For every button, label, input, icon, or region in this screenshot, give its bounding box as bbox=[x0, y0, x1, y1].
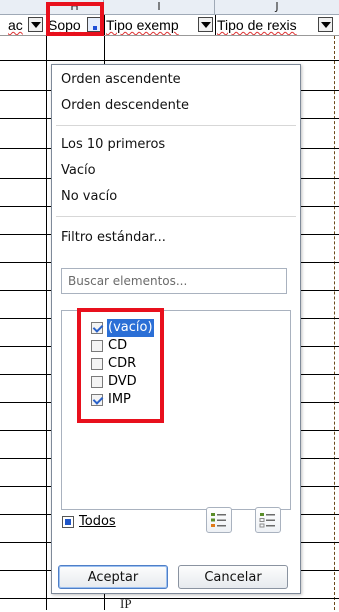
separator bbox=[56, 125, 296, 126]
separator bbox=[56, 216, 296, 217]
select-all-icon bbox=[211, 513, 226, 527]
top10-item[interactable]: Los 10 primeros bbox=[61, 134, 165, 156]
grid-line bbox=[0, 598, 339, 599]
select-current-icon bbox=[259, 513, 275, 528]
autofilter-dropdown-g[interactable] bbox=[28, 17, 43, 32]
field-label-i: Tipo exemp bbox=[106, 17, 179, 33]
cancel-button[interactable]: Cancelar bbox=[178, 565, 288, 589]
highlight-box-dropdown bbox=[46, 2, 104, 36]
field-cell-i[interactable]: Tipo exemp bbox=[104, 15, 216, 35]
grid-line bbox=[0, 60, 339, 61]
column-header-i[interactable]: I bbox=[104, 0, 215, 14]
grid-line bbox=[46, 36, 47, 610]
select-all-label[interactable]: Todos bbox=[79, 511, 116, 533]
select-all-icon-button[interactable] bbox=[206, 507, 232, 533]
sort-ascending-item[interactable]: Orden ascendente bbox=[61, 69, 181, 91]
standard-filter-item[interactable]: Filtro estándar... bbox=[61, 227, 166, 249]
autofilter-dropdown-j[interactable] bbox=[318, 17, 333, 32]
field-cell-j[interactable]: Tipo de rexis bbox=[215, 15, 339, 35]
accept-button[interactable]: Aceptar bbox=[58, 565, 168, 589]
sort-descending-item[interactable]: Orden descendente bbox=[61, 95, 189, 117]
empty-item[interactable]: Vacío bbox=[61, 160, 96, 182]
highlight-box-list bbox=[77, 308, 164, 423]
field-label-j: Tipo de rexis bbox=[217, 17, 297, 33]
page-break-line bbox=[334, 36, 335, 610]
select-current-icon-button[interactable] bbox=[255, 507, 281, 533]
select-all-checkbox[interactable] bbox=[62, 516, 74, 528]
not-empty-item[interactable]: No vacío bbox=[61, 186, 117, 208]
autofilter-dropdown-i[interactable] bbox=[198, 17, 213, 32]
search-items-input[interactable] bbox=[61, 268, 287, 294]
column-header-j[interactable]: J bbox=[215, 0, 339, 14]
field-cell-g[interactable]: ac bbox=[0, 15, 47, 35]
field-label-g: ac bbox=[8, 17, 23, 33]
